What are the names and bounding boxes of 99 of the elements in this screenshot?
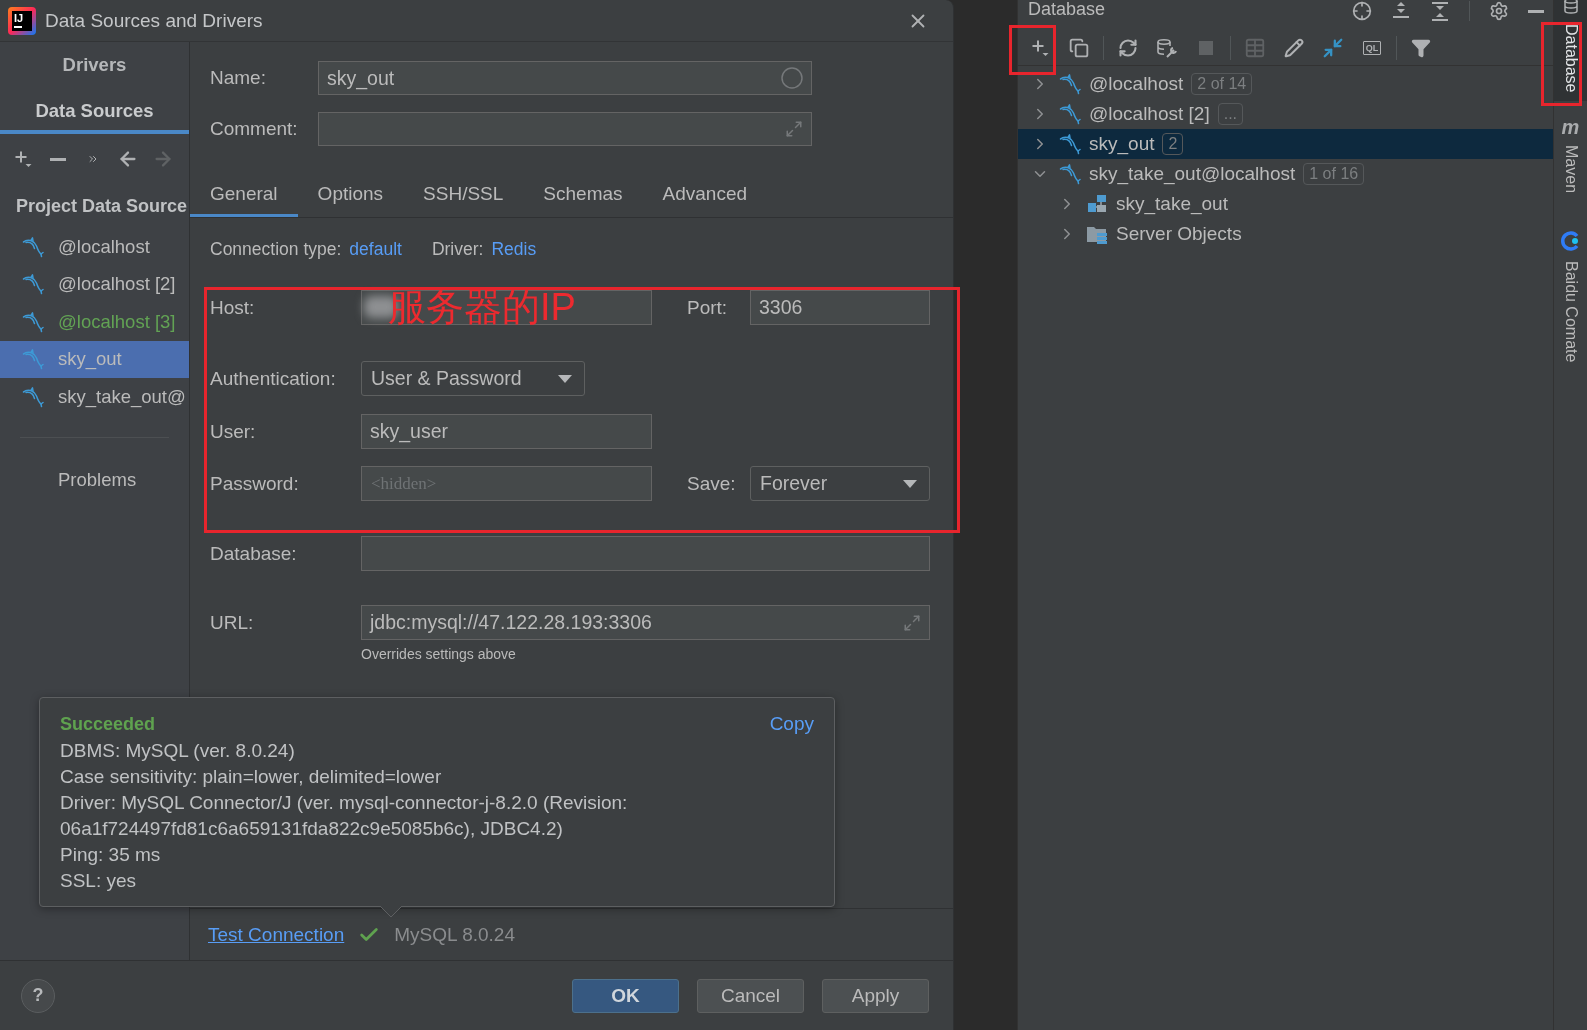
field-label: User:: [210, 420, 257, 443]
problems-item[interactable]: Problems: [58, 467, 137, 492]
stop-icon: [1197, 38, 1215, 57]
letter-logo-icon: m: [1561, 118, 1580, 135]
url-hint: Overrides settings above: [361, 646, 517, 662]
tool-window-tab[interactable]: m Maven: [1554, 118, 1587, 201]
tree-item[interactable]: sky_take_out: [1018, 189, 1553, 219]
field-label: Host:: [210, 296, 256, 319]
database-field[interactable]: [361, 536, 930, 571]
tree-item[interactable]: Server Objects: [1018, 219, 1553, 249]
test-connection-link[interactable]: Test Connection: [208, 923, 345, 946]
tree-item[interactable]: sky_take_out@localhost 1 of 16: [1018, 159, 1553, 189]
result-line: Case sensitivity: plain=lower, delimited=lower: [60, 765, 443, 789]
count-badge: ...: [1217, 103, 1244, 125]
field-label: Connection type:: [210, 238, 342, 260]
window-title: Data Sources and Drivers: [45, 9, 263, 32]
panel-title: Database: [1028, 0, 1106, 18]
refresh-icon: [1118, 37, 1138, 58]
table-icon: [1244, 36, 1266, 59]
authentication-dropdown[interactable]: User & Password: [361, 361, 585, 396]
field-label: Port:: [687, 296, 729, 319]
app-logo-icon: IJ: [8, 6, 36, 35]
dolphin-icon: [1059, 133, 1081, 155]
copy-icon: [1069, 37, 1089, 58]
dialog-button[interactable]: OK: [572, 978, 679, 1013]
user-field[interactable]: sky_user: [361, 414, 652, 449]
database-icon: [1562, 0, 1579, 14]
minimize-icon[interactable]: [1528, 9, 1544, 13]
filter-icon: [1411, 37, 1431, 58]
tool-window-tab[interactable]: Database: [1554, 0, 1587, 101]
field-label: Name:: [210, 67, 267, 89]
tree-item[interactable]: @localhost 2 of 14: [1018, 69, 1553, 99]
status-text: Succeeded: [60, 713, 156, 735]
save-dropdown[interactable]: Forever: [750, 466, 930, 501]
pencil-icon: [1284, 37, 1304, 58]
field-label: Authentication:: [210, 367, 337, 390]
result-line: SSL: yes: [60, 869, 138, 893]
tab[interactable]: Schemas: [523, 170, 643, 217]
result-line: DBMS: MySQL (ver. 8.0.24): [60, 739, 296, 763]
double-chevron-icon: [87, 153, 99, 165]
field-label: Driver:: [431, 238, 484, 260]
field-label: URL:: [210, 611, 255, 634]
plus-icon: [13, 149, 33, 169]
dolphin-icon: [22, 348, 44, 371]
name-field[interactable]: sky_out: [318, 61, 812, 95]
result-line: Ping: 35 ms: [60, 843, 162, 867]
dialog-button[interactable]: Apply: [822, 978, 929, 1013]
dolphin-icon: [1059, 73, 1081, 95]
dolphin-icon: [22, 310, 44, 333]
tab[interactable]: SSH/SSL: [403, 170, 524, 217]
server-version: MySQL 8.0.24: [394, 923, 515, 946]
tree-item[interactable]: sky_out 2: [1018, 129, 1553, 159]
copy-link[interactable]: Copy: [769, 713, 814, 735]
sidebar-item[interactable]: @localhost: [0, 228, 189, 266]
database-wrench-icon: [1156, 36, 1178, 59]
result-line: Driver: MySQL Connector/J (ver. mysql-connector-j-8.2.0 (Revision: 06a1f724497fd81c6a659131fda822c9e5085b6c), JDBC4.2): [60, 791, 629, 841]
dolphin-icon: [22, 235, 44, 258]
tree-item[interactable]: @localhost [2] ...: [1018, 99, 1553, 129]
count-badge: 2 of 14: [1191, 73, 1253, 95]
caret-down-icon: [903, 479, 917, 488]
port-field[interactable]: 3306: [750, 290, 930, 325]
minus-icon: [50, 157, 66, 161]
dolphin-icon: [22, 385, 44, 408]
field-label: Comment:: [210, 118, 299, 140]
driver-link[interactable]: Redis: [491, 238, 537, 260]
sidebar-item[interactable]: sky_take_out@: [0, 378, 189, 416]
dolphin-icon: [1059, 163, 1081, 185]
url-field[interactable]: jdbc:mysql://47.122.28.193:3306: [361, 605, 930, 640]
tab[interactable]: Options: [297, 170, 404, 217]
settings-icon[interactable]: [1489, 1, 1509, 21]
annotation-text: 服务器的IP: [388, 290, 576, 325]
comment-field[interactable]: [318, 112, 812, 146]
expand-all-icon[interactable]: [1391, 1, 1411, 21]
sidebar-item[interactable]: @localhost [3]: [0, 303, 189, 341]
dolphin-icon: [22, 273, 44, 296]
section-title: Project Data Source: [15, 194, 189, 218]
tool-window-tab[interactable]: Baidu Comate: [1554, 230, 1587, 370]
connection-type-link[interactable]: default: [349, 238, 402, 260]
arc-dot-logo-icon: [1560, 230, 1581, 251]
dialog-button[interactable]: Cancel: [697, 978, 804, 1013]
sidebar-item[interactable]: @localhost [2]: [0, 265, 189, 303]
sidebar-tab[interactable]: Drivers: [0, 42, 189, 88]
linked-squares-icon: [1086, 193, 1108, 215]
annotation-frame: [1009, 25, 1056, 75]
field-label: Save:: [687, 472, 737, 495]
tab[interactable]: Advanced: [642, 170, 768, 217]
collapse-all-icon[interactable]: [1430, 1, 1450, 21]
field-label: Password:: [210, 472, 300, 495]
sidebar-tab[interactable]: Data Sources: [0, 88, 189, 134]
count-badge: 1 of 16: [1303, 163, 1365, 185]
inward-arrows-icon: [1322, 36, 1344, 59]
field-label: Database:: [210, 542, 298, 565]
help-button[interactable]: ?: [21, 978, 55, 1013]
crosshair-icon[interactable]: [1352, 1, 1372, 21]
caret-down-icon: [558, 374, 572, 383]
count-badge: 2: [1162, 133, 1184, 155]
tab[interactable]: General: [190, 170, 298, 217]
console-button[interactable]: QL: [1357, 32, 1387, 63]
dolphin-icon: [1059, 103, 1081, 125]
